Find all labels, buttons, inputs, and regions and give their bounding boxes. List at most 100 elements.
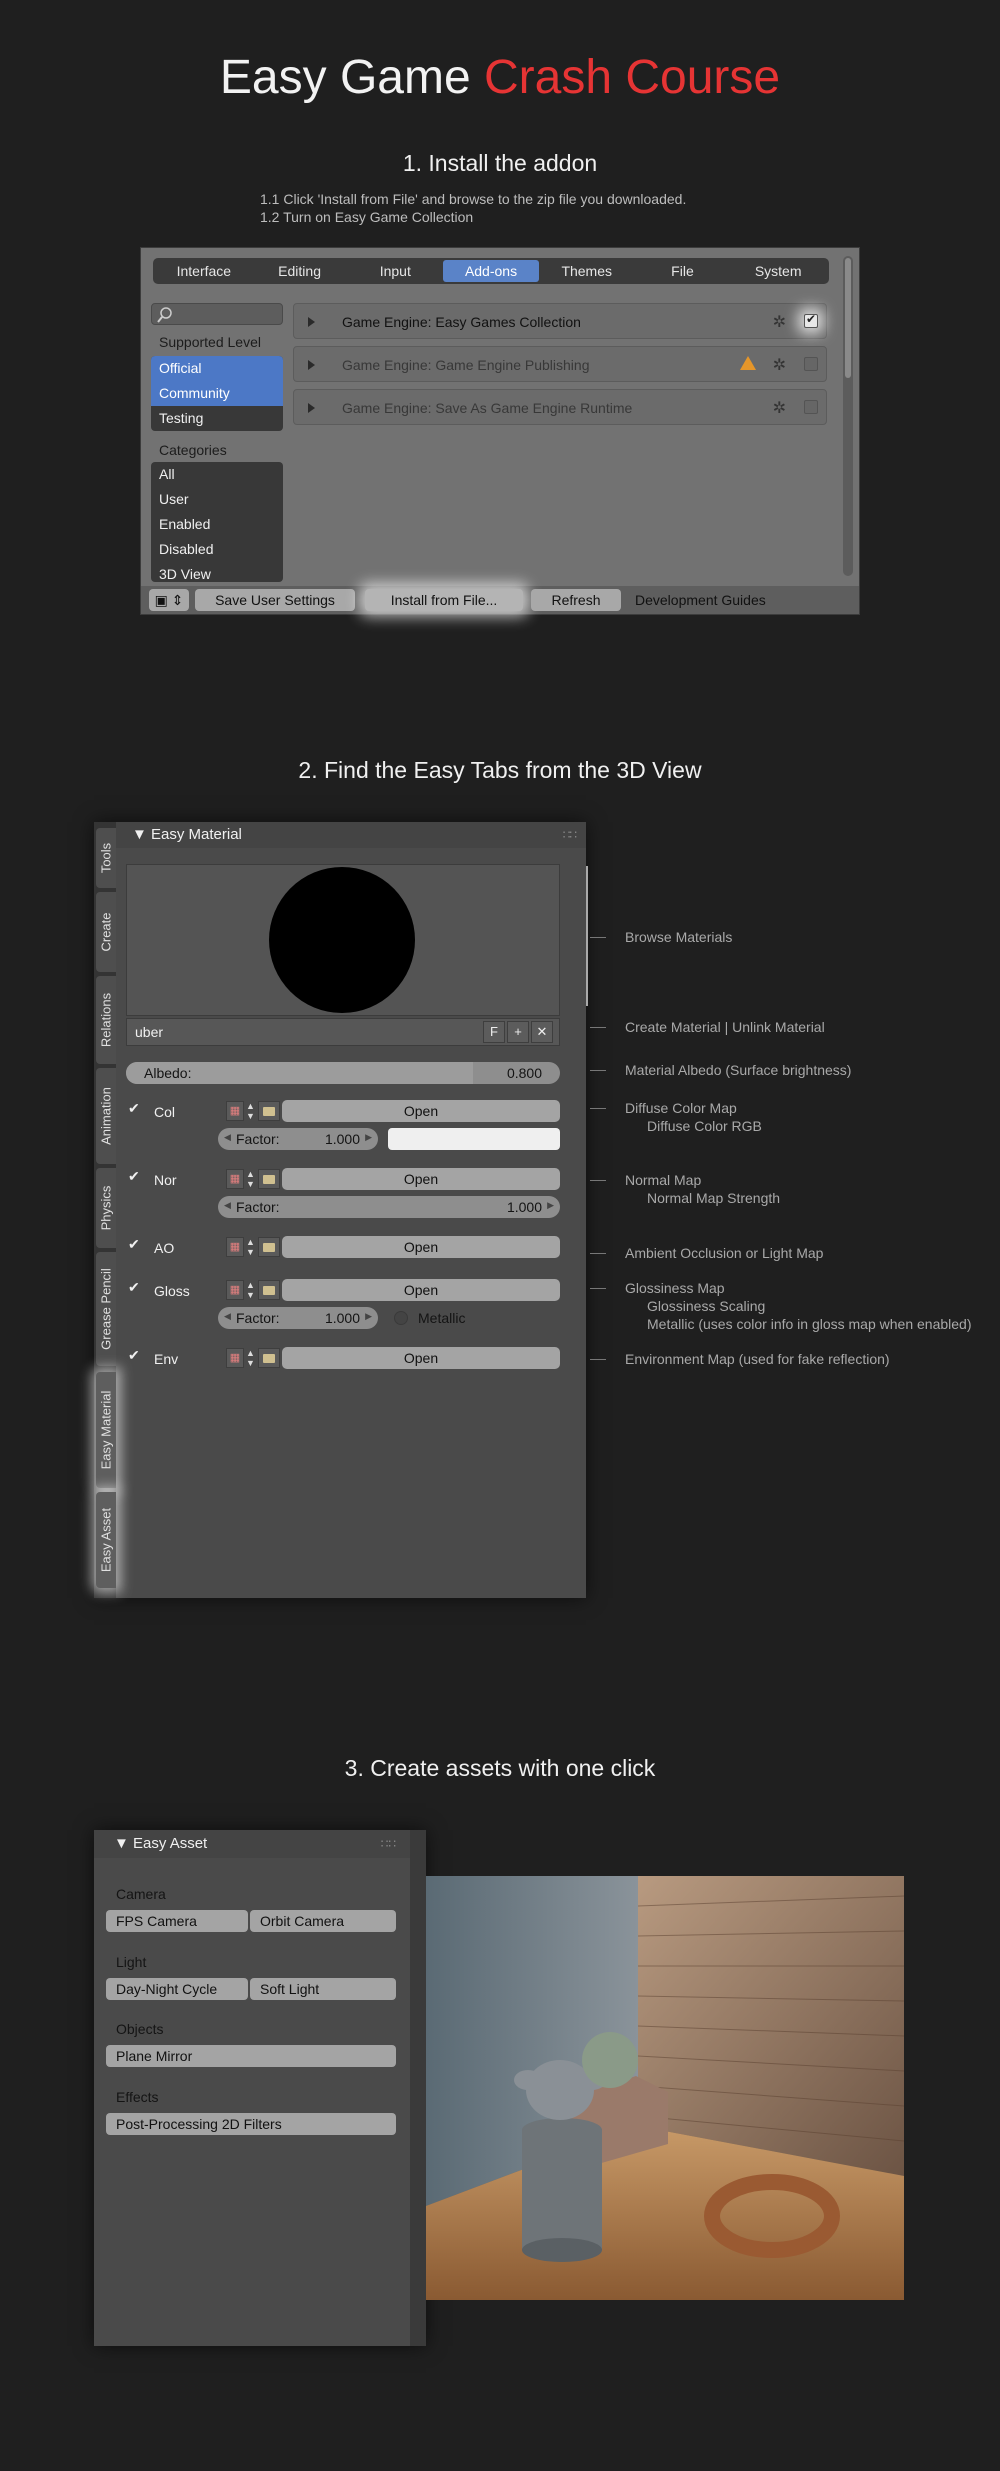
level-testing[interactable]: Testing xyxy=(151,406,283,431)
drag-handle-icon[interactable]: ∷∷ xyxy=(563,822,577,848)
save-user-settings-button[interactable]: Save User Settings xyxy=(195,589,355,611)
albedo-slider[interactable]: Albedo: 0.800 xyxy=(126,1062,560,1084)
tab-interface[interactable]: Interface xyxy=(156,260,252,282)
checkmark-icon[interactable]: ✔ xyxy=(128,1100,140,1117)
tab-physics[interactable]: Physics xyxy=(96,1168,116,1248)
expand-icon[interactable] xyxy=(308,360,315,370)
tab-animation[interactable]: Animation xyxy=(96,1068,116,1164)
soft-light-button[interactable]: Soft Light xyxy=(250,1978,396,2000)
orbit-camera-button[interactable]: Orbit Camera xyxy=(250,1910,396,1932)
unlink-material-button[interactable]: ✕ xyxy=(531,1021,553,1043)
post-processing-filters-button[interactable]: Post-Processing 2D Filters xyxy=(106,2113,396,2135)
callout-line xyxy=(590,1359,606,1360)
drag-handle-icon[interactable]: ∷∷ xyxy=(381,1830,396,1858)
tab-easy-asset[interactable]: Easy Asset xyxy=(96,1492,116,1588)
folder-icon[interactable] xyxy=(258,1169,280,1189)
fake-user-button[interactable]: F xyxy=(483,1021,505,1043)
tab-editing[interactable]: Editing xyxy=(252,260,348,282)
addon-row[interactable]: Game Engine: Save As Game Engine Runtime… xyxy=(293,389,827,425)
expand-icon[interactable] xyxy=(308,403,315,413)
addon-row[interactable]: Game Engine: Game Engine Publishing ✲ xyxy=(293,346,827,382)
checkmark-icon[interactable]: ✔ xyxy=(128,1279,140,1296)
updown-icon[interactable]: ▲ ▼ xyxy=(246,1348,255,1368)
new-material-button[interactable]: + xyxy=(507,1021,529,1043)
category-3d-view[interactable]: 3D View xyxy=(151,562,283,582)
checkmark-icon[interactable]: ✔ xyxy=(128,1347,140,1364)
fps-camera-button[interactable]: FPS Camera xyxy=(106,1910,248,1932)
easy-material-panel: Tools Create Relations Animation Physics… xyxy=(94,822,586,1598)
category-enabled[interactable]: Enabled xyxy=(151,512,283,537)
level-community[interactable]: Community xyxy=(151,381,283,406)
normal-factor-slider[interactable]: ◀ Factor: 1.000 ▶ xyxy=(218,1196,560,1218)
plugin-icon: ✲ xyxy=(772,314,786,331)
updown-icon[interactable]: ▲ ▼ xyxy=(246,1237,255,1257)
panel-scrollbar[interactable] xyxy=(586,866,588,1006)
material-preview[interactable] xyxy=(126,864,560,1016)
callout-gloss-map: Glossiness Map xyxy=(625,1280,725,1296)
checkmark-icon[interactable]: ✔ xyxy=(128,1236,140,1253)
addon-enable-checkbox[interactable] xyxy=(804,400,818,414)
tab-tools[interactable]: Tools xyxy=(96,828,116,888)
tab-create[interactable]: Create xyxy=(96,892,116,972)
open-color-map-button[interactable]: Open xyxy=(282,1100,560,1122)
color-factor-slider[interactable]: ◀ Factor: 1.000 ▶ xyxy=(218,1128,378,1150)
addon-enable-checkbox[interactable] xyxy=(804,357,818,371)
updown-icon[interactable]: ▲ ▼ xyxy=(246,1169,255,1189)
tab-add-ons[interactable]: Add-ons xyxy=(443,260,539,282)
open-ao-map-button[interactable]: Open xyxy=(282,1236,560,1258)
diffuse-color-swatch[interactable] xyxy=(388,1128,560,1150)
category-all[interactable]: All xyxy=(151,462,283,487)
tab-themes[interactable]: Themes xyxy=(539,260,635,282)
tab-system[interactable]: System xyxy=(730,260,826,282)
checkmark-icon[interactable]: ✔ xyxy=(128,1168,140,1185)
tab-relations[interactable]: Relations xyxy=(96,976,116,1064)
level-official[interactable]: Official xyxy=(151,356,283,381)
open-normal-map-button[interactable]: Open xyxy=(282,1168,560,1190)
open-env-map-button[interactable]: Open xyxy=(282,1347,560,1369)
editor-type-menu[interactable]: ▣ ⇕ xyxy=(149,589,189,611)
open-gloss-map-button[interactable]: Open xyxy=(282,1279,560,1301)
material-selector[interactable]: uber F + ✕ xyxy=(126,1018,560,1046)
addon-name: Game Engine: Game Engine Publishing xyxy=(342,357,590,373)
tab-grease-pencil[interactable]: Grease Pencil xyxy=(96,1252,116,1366)
folder-icon[interactable] xyxy=(258,1280,280,1300)
image-browse-icon[interactable]: ▦ xyxy=(226,1237,244,1257)
metallic-label: Metallic xyxy=(418,1310,466,1326)
image-browse-icon[interactable]: ▦ xyxy=(226,1101,244,1121)
panel-header[interactable]: ▼ Easy Asset ∷∷ xyxy=(94,1830,426,1858)
folder-icon[interactable] xyxy=(258,1101,280,1121)
folder-icon[interactable] xyxy=(258,1237,280,1257)
tab-input[interactable]: Input xyxy=(347,260,443,282)
category-disabled[interactable]: Disabled xyxy=(151,537,283,562)
tab-easy-material[interactable]: Easy Material xyxy=(96,1372,116,1488)
updown-icon[interactable]: ▲ ▼ xyxy=(246,1101,255,1121)
image-browse-icon[interactable]: ▦ xyxy=(226,1169,244,1189)
folder-icon[interactable] xyxy=(258,1348,280,1368)
addon-enable-checkbox[interactable] xyxy=(804,312,818,328)
tab-file[interactable]: File xyxy=(635,260,731,282)
step1-note-2: 1.2 Turn on Easy Game Collection xyxy=(260,209,474,225)
material-name[interactable]: uber xyxy=(135,1024,163,1040)
addon-row[interactable]: Game Engine: Easy Games Collection ✲ xyxy=(293,303,827,339)
category-user[interactable]: User xyxy=(151,487,283,512)
gloss-factor-slider[interactable]: ◀ Factor: 1.000 ▶ xyxy=(218,1307,378,1329)
preferences-footer: ▣ ⇕ Save User Settings Install from File… xyxy=(141,586,859,614)
image-browse-icon[interactable]: ▦ xyxy=(226,1280,244,1300)
supported-level-list: Official Community Testing xyxy=(151,356,283,431)
addon-search-input[interactable] xyxy=(151,303,283,325)
camera-label: Camera xyxy=(116,1886,166,1902)
callout-env-map: Environment Map (used for fake reflectio… xyxy=(625,1351,890,1367)
image-browse-icon[interactable]: ▦ xyxy=(226,1348,244,1368)
install-from-file-button[interactable]: Install from File... xyxy=(365,589,523,611)
expand-icon[interactable] xyxy=(308,317,315,327)
updown-icon[interactable]: ▲ ▼ xyxy=(246,1280,255,1300)
panel-header[interactable]: ▼ Easy Material ∷∷ xyxy=(116,822,586,848)
preferences-scrollbar[interactable] xyxy=(843,256,853,576)
metallic-toggle[interactable] xyxy=(394,1311,408,1325)
normal-map-row: ✔ Nor ▦ ▲ ▼ Open xyxy=(126,1168,560,1190)
plane-mirror-button[interactable]: Plane Mirror xyxy=(106,2045,396,2067)
callout-line xyxy=(590,1108,606,1109)
refresh-button[interactable]: Refresh xyxy=(531,589,621,611)
development-guides-link[interactable]: Development Guides xyxy=(635,592,766,608)
day-night-cycle-button[interactable]: Day-Night Cycle xyxy=(106,1978,248,2000)
